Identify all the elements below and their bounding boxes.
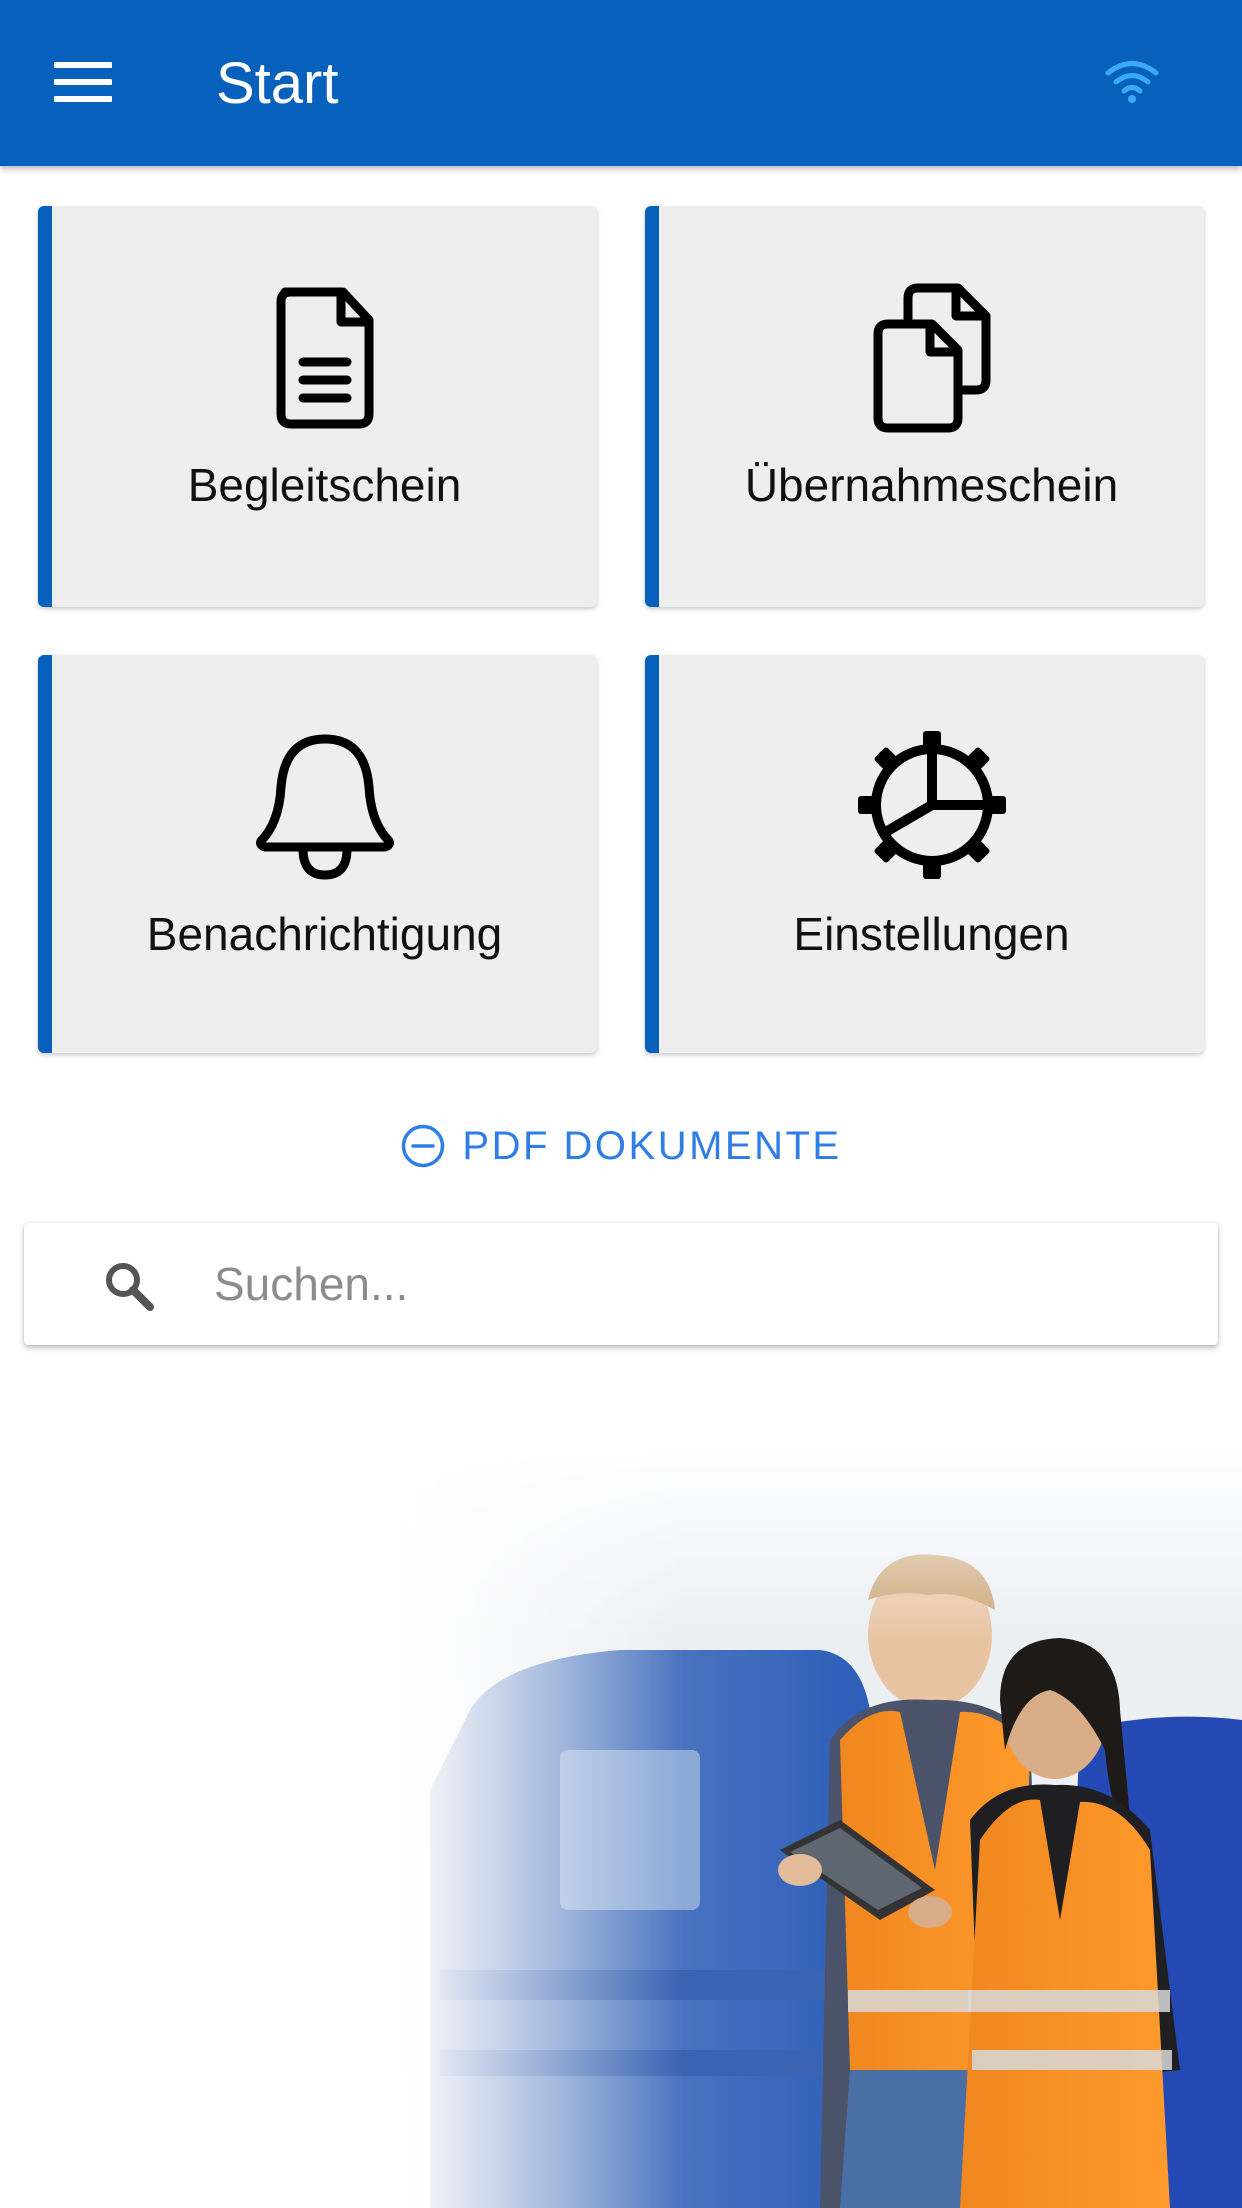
- search-icon: [106, 1263, 154, 1311]
- search-bar: [24, 1223, 1218, 1345]
- wifi-icon: [1105, 61, 1159, 103]
- menu-icon-bar: [54, 62, 112, 68]
- pdf-documents-toggle[interactable]: PDF DOKUMENTE: [0, 1116, 1242, 1176]
- menu-icon-bar: [54, 79, 112, 85]
- minus-circle-icon: [402, 1124, 445, 1168]
- tile-uebernahmeschein[interactable]: Übernahmeschein: [645, 206, 1204, 607]
- tile-label: Benachrichtigung: [146, 908, 503, 960]
- app-bar: Start: [0, 0, 1242, 166]
- tile-begleitschein[interactable]: Begleitschein: [38, 206, 597, 607]
- tile-benachrichtigung[interactable]: Benachrichtigung: [38, 655, 597, 1053]
- menu-icon-bar: [54, 96, 112, 102]
- page-title: Start: [216, 51, 339, 116]
- pdf-documents-label: PDF DOKUMENTE: [462, 1124, 842, 1168]
- tile-label: Begleitschein: [187, 459, 462, 511]
- hero-illustration: [0, 1450, 1242, 2208]
- bell-icon: [255, 734, 394, 880]
- tile-label: Einstellungen: [793, 908, 1070, 960]
- documents-copy-icon: [873, 283, 990, 433]
- hero-image: [0, 1450, 1242, 2208]
- document-icon: [276, 287, 373, 429]
- menu-button[interactable]: [54, 58, 112, 106]
- gear-icon: [857, 731, 1006, 879]
- tile-label: Übernahmeschein: [744, 459, 1119, 511]
- tile-einstellungen[interactable]: Einstellungen: [645, 655, 1204, 1053]
- search-input[interactable]: [190, 1245, 1218, 1323]
